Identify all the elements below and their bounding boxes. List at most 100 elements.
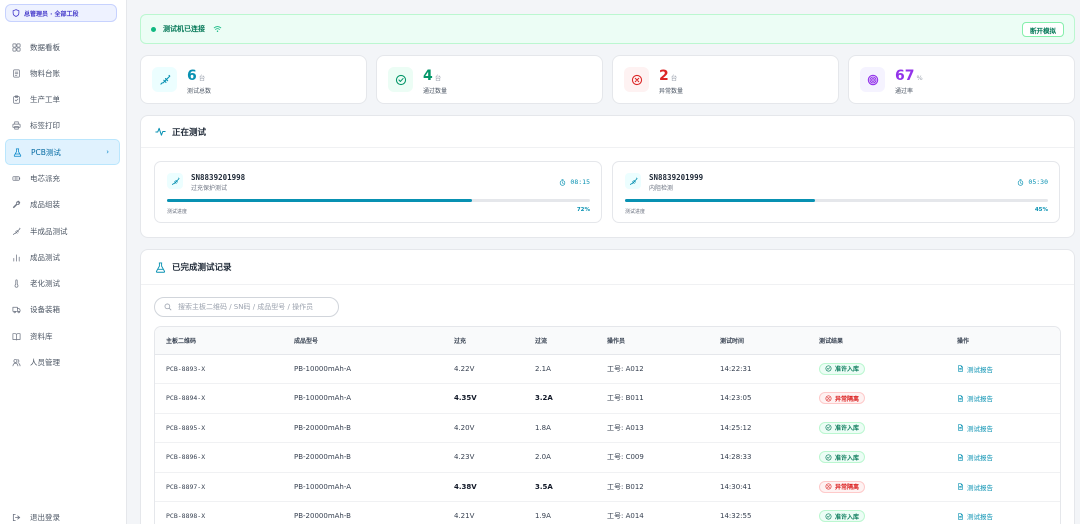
file-icon: [958, 394, 963, 402]
wrench-icon: [12, 201, 21, 209]
column-header-3: 过流: [524, 327, 596, 355]
cell-action: 测试报告: [946, 383, 1060, 414]
stat-value: 4: [423, 67, 433, 84]
search-icon: [164, 303, 172, 311]
column-header-7: 操作: [946, 327, 1060, 355]
sidebar-item-6[interactable]: 成品组装: [5, 192, 120, 218]
role-badge-label: 总管理员 · 全部工段: [24, 10, 79, 18]
cell-model: PB-10000mAh-A: [283, 472, 443, 502]
progress-fill: [625, 199, 816, 202]
table-row: PCB-8897-X PB-10000mAh-A 4.38V 3.5A 工号: B012…: [155, 472, 1060, 502]
result-badge: 准许入库: [819, 421, 866, 434]
sidebar-item-2[interactable]: 生产工单: [5, 87, 120, 113]
sidebar-item-9[interactable]: 老化测试: [5, 271, 120, 297]
testing-timer: 05:30: [1017, 178, 1048, 186]
clipboard-icon: [13, 95, 20, 104]
test-report-link[interactable]: 测试报告: [957, 393, 993, 403]
file-icon: [958, 512, 963, 520]
ledger-icon: [13, 69, 20, 78]
probe-icon: [13, 227, 21, 235]
column-header-5: 测试时间: [709, 327, 808, 355]
column-header-0: 主板二维码: [155, 327, 283, 355]
sidebar-item-11[interactable]: 资料库: [5, 323, 120, 349]
file-icon: [958, 424, 963, 431]
stat-unit: %: [916, 73, 923, 82]
sidebar-item-12[interactable]: 人员管理: [5, 350, 120, 376]
cell-operator: 工号: C009: [596, 442, 709, 473]
test-report-link[interactable]: 测试报告: [957, 452, 993, 462]
clock-icon: [1018, 178, 1024, 186]
testing-sn: SN8839201999: [649, 173, 704, 182]
logout-icon: [12, 513, 21, 522]
progress-percent: 72%: [576, 207, 590, 213]
column-header-6: 测试结果: [808, 327, 946, 355]
cell-overcharge: 4.38V: [443, 472, 524, 502]
activity-icon: [155, 127, 166, 136]
sidebar-item-label: 物料台账: [30, 68, 60, 78]
cell-operator: 工号: B011: [596, 383, 709, 414]
table-row: PCB-8896-X PB-20000mAh-B 4.23V 2.0A 工号: C009…: [155, 442, 1060, 473]
disconnect-button[interactable]: 断开模拟: [1022, 22, 1064, 37]
cell-model: PB-20000mAh-B: [283, 413, 443, 443]
cell-action: 测试报告: [946, 472, 1060, 502]
cell-overcurrent: 1.8A: [524, 413, 596, 443]
sidebar-item-label: 设备装箱: [30, 305, 60, 315]
shield-icon: [12, 9, 20, 17]
test-report-link[interactable]: 测试报告: [957, 511, 993, 521]
records-search-input[interactable]: 搜索主板二维码 / SN码 / 成品型号 / 操作员: [154, 297, 339, 317]
stat-value: 2: [659, 67, 669, 84]
testing-timer-value: 08:15: [570, 178, 590, 186]
sidebar-item-10[interactable]: 设备装箱: [5, 297, 120, 323]
role-badge[interactable]: 总管理员 · 全部工段: [5, 4, 117, 22]
probe-icon-wrap: [12, 227, 21, 236]
cell-test-time: 14:30:41: [709, 472, 808, 502]
sidebar-nav: 数据看板物料台账生产工单 标签打印 PCB测试 › 电芯派充成品组装 半成品测试 成品测试老…: [5, 34, 120, 376]
testing-card-0[interactable]: SN8839201998 过充保护测试 08:15 测试进度 72%: [154, 161, 602, 223]
sidebar-item-8[interactable]: 成品测试: [5, 244, 120, 270]
progress-track: [625, 199, 1048, 202]
sidebar-item-1[interactable]: 物料台账: [5, 60, 120, 86]
result-badge: 准许入库: [819, 362, 866, 375]
test-report-link[interactable]: 测试报告: [957, 364, 993, 374]
testing-sn: SN8839201998: [191, 173, 246, 182]
cell-model: PB-10000mAh-A: [283, 383, 443, 414]
sidebar-item-7[interactable]: 半成品测试: [5, 218, 120, 244]
stat-card-2: 2 台异常数量: [612, 55, 839, 104]
cell-model: PB-20000mAh-B: [283, 442, 443, 473]
table-row: PCB-8898-X PB-20000mAh-B 4.21V 1.9A 工号: A014…: [155, 501, 1060, 524]
result-badge: 异常隔离: [819, 392, 866, 405]
sidebar-item-4[interactable]: PCB测试 ›: [5, 139, 120, 166]
stat-icon-box: [624, 67, 649, 92]
testing-card-1[interactable]: SN8839201999 内阻检测 05:30 测试进度 45%: [612, 161, 1060, 223]
stat-text: 6 台测试总数: [187, 65, 211, 95]
test-report-label: 测试报告: [967, 513, 993, 521]
test-report-label: 测试报告: [967, 395, 993, 403]
test-report-link[interactable]: 测试报告: [957, 482, 993, 492]
users-icon-wrap: [12, 358, 21, 367]
progress-label: 测试进度: [167, 209, 188, 215]
stat-label: 测试总数: [187, 87, 212, 95]
probe-icon: [171, 177, 180, 185]
ledger-icon-wrap: [12, 69, 21, 78]
sidebar-item-3[interactable]: 标签打印: [5, 113, 120, 139]
testing-timer-value: 05:30: [1028, 178, 1048, 186]
search-placeholder: 搜索主板二维码 / SN码 / 成品型号 / 操作员: [178, 303, 314, 311]
check-circle-icon: [395, 74, 406, 85]
sidebar-item-0[interactable]: 数据看板: [5, 34, 120, 60]
test-report-link[interactable]: 测试报告: [957, 423, 993, 433]
logout-button[interactable]: 退出登录: [12, 512, 60, 523]
sidebar-item-5[interactable]: 电芯派充: [5, 165, 120, 191]
cell-result: 异常隔离: [808, 383, 946, 414]
testing-panel-header: 正在测试: [141, 116, 1074, 148]
stat-label: 异常数量: [659, 87, 684, 95]
result-badge-label: 异常隔离: [835, 395, 860, 403]
probe-icon-box: [167, 173, 183, 189]
book-icon-wrap: [12, 332, 21, 341]
printer-icon-wrap: [12, 121, 21, 130]
sidebar-item-label: 人员管理: [30, 358, 60, 368]
sidebar-item-label: 电芯派充: [30, 173, 60, 183]
sidebar-item-label: 老化测试: [30, 279, 60, 289]
cell-board-code: PCB-8893-X: [155, 354, 283, 384]
cell-test-time: 14:23:05: [709, 383, 808, 414]
table-header-row: 主板二维码 成品型号 过充 过流 操作员 测试时间 测试结果 操作: [155, 327, 1060, 355]
